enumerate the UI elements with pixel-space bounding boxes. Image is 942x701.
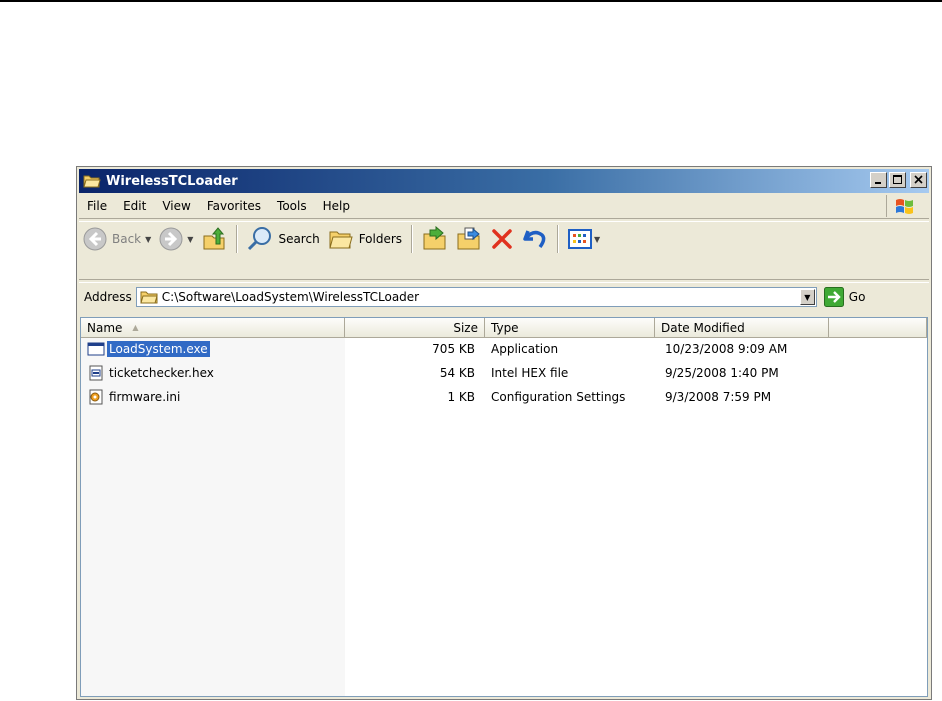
menu-edit[interactable]: Edit bbox=[115, 199, 154, 213]
back-button[interactable]: Back ▼ bbox=[79, 223, 155, 255]
go-button[interactable]: Go bbox=[823, 287, 866, 307]
open-folder-icon bbox=[83, 175, 101, 188]
menu-help[interactable]: Help bbox=[315, 199, 358, 213]
exe-icon bbox=[87, 342, 105, 356]
address-path: C:\Software\LoadSystem\WirelessTCLoader bbox=[161, 290, 420, 304]
title-bar[interactable]: WirelessTCLoader bbox=[79, 169, 929, 193]
file-type: Intel HEX file bbox=[491, 366, 569, 380]
file-list-view[interactable]: Name ▲ Size Type Date Modified LoadSyste… bbox=[80, 317, 928, 697]
file-date-modified: 10/23/2008 9:09 AM bbox=[665, 342, 788, 356]
copy-to-button[interactable] bbox=[452, 223, 486, 255]
go-label: Go bbox=[848, 290, 866, 304]
minimize-button[interactable] bbox=[870, 172, 887, 188]
file-name[interactable]: firmware.ini bbox=[87, 389, 182, 405]
address-bar: Address C:\Software\LoadSystem\WirelessT… bbox=[79, 283, 929, 311]
column-header-date-modified[interactable]: Date Modified bbox=[655, 318, 829, 338]
table-row[interactable]: firmware.ini 1 KB Configuration Settings… bbox=[81, 387, 927, 407]
undo-icon bbox=[523, 230, 546, 249]
menu-view[interactable]: View bbox=[154, 199, 198, 213]
column-header-size[interactable]: Size bbox=[345, 318, 485, 338]
column-date-label: Date Modified bbox=[661, 320, 745, 335]
up-folder-button[interactable] bbox=[197, 223, 231, 255]
search-label: Search bbox=[278, 232, 320, 246]
toolbar-separator bbox=[557, 225, 560, 253]
back-arrow-icon bbox=[83, 227, 107, 251]
file-name[interactable]: LoadSystem.exe bbox=[87, 341, 210, 357]
close-button[interactable] bbox=[910, 172, 927, 188]
chevron-down-icon: ▼ bbox=[804, 292, 811, 302]
file-size: 54 KB bbox=[439, 366, 475, 380]
delete-button[interactable] bbox=[486, 223, 518, 255]
folders-button[interactable]: Folders bbox=[324, 223, 406, 255]
file-size: 705 KB bbox=[432, 342, 475, 356]
up-folder-icon bbox=[203, 227, 225, 250]
file-name[interactable]: ticketchecker.hex bbox=[87, 365, 216, 381]
maximize-icon bbox=[893, 175, 902, 184]
table-row[interactable]: ticketchecker.hex 54 KB Intel HEX file 9… bbox=[81, 363, 927, 383]
column-header-name[interactable]: Name ▲ bbox=[81, 318, 345, 338]
move-to-icon bbox=[423, 226, 446, 250]
sort-ascending-icon: ▲ bbox=[132, 323, 139, 332]
address-dropdown-button[interactable]: ▼ bbox=[799, 289, 815, 305]
ini-file-icon bbox=[89, 389, 103, 405]
search-button[interactable]: Search bbox=[243, 223, 323, 255]
file-date-modified: 9/25/2008 1:40 PM bbox=[665, 366, 779, 380]
menu-tools[interactable]: Tools bbox=[269, 199, 315, 213]
forward-arrow-icon bbox=[159, 227, 183, 251]
window-title: WirelessTCLoader bbox=[106, 173, 238, 189]
file-size: 1 KB bbox=[447, 390, 475, 404]
column-header-filler bbox=[829, 318, 927, 338]
menu-bar: File Edit View Favorites Tools Help bbox=[79, 195, 929, 217]
folders-icon bbox=[329, 231, 353, 249]
window-controls bbox=[870, 172, 927, 188]
views-dropdown-arrow-icon[interactable]: ▼ bbox=[594, 235, 600, 244]
address-input[interactable]: C:\Software\LoadSystem\WirelessTCLoader … bbox=[135, 287, 817, 307]
windows-logo-icon bbox=[886, 195, 923, 217]
folder-icon bbox=[140, 291, 158, 304]
address-label: Address bbox=[84, 290, 132, 304]
delete-x-icon bbox=[492, 229, 512, 249]
forward-button[interactable]: ▼ bbox=[155, 223, 197, 255]
column-header: Name ▲ Size Type Date Modified bbox=[81, 318, 927, 338]
column-type-label: Type bbox=[491, 320, 519, 335]
back-dropdown-arrow-icon[interactable]: ▼ bbox=[145, 235, 151, 244]
views-button[interactable]: ▼ bbox=[564, 223, 604, 255]
folders-label: Folders bbox=[358, 232, 403, 246]
views-grid-icon bbox=[568, 229, 593, 249]
maximize-button[interactable] bbox=[889, 172, 906, 188]
menu-file[interactable]: File bbox=[79, 199, 115, 213]
table-row[interactable]: LoadSystem.exe 705 KB Application 10/23/… bbox=[81, 339, 927, 359]
toolbar-separator bbox=[411, 225, 414, 253]
move-to-button[interactable] bbox=[418, 223, 452, 255]
file-type: Configuration Settings bbox=[491, 390, 626, 404]
file-type: Application bbox=[491, 342, 559, 356]
go-arrow-icon bbox=[823, 287, 844, 307]
file-date-modified: 9/3/2008 7:59 PM bbox=[665, 390, 772, 404]
toolbar-separator bbox=[236, 225, 239, 253]
column-header-type[interactable]: Type bbox=[485, 318, 655, 338]
minimize-icon bbox=[875, 182, 881, 184]
column-name-label: Name bbox=[87, 320, 123, 335]
copy-to-icon bbox=[457, 227, 480, 250]
top-border-line bbox=[0, 0, 942, 2]
back-label: Back bbox=[112, 232, 142, 246]
column-size-label: Size bbox=[453, 320, 478, 335]
explorer-window: WirelessTCLoader File Edit View Favorite… bbox=[76, 166, 932, 700]
standard-toolbar: Back ▼ ▼ Search Folders ▼ bbox=[79, 220, 929, 258]
undo-button[interactable] bbox=[518, 223, 552, 255]
close-icon bbox=[914, 175, 923, 184]
menu-favorites[interactable]: Favorites bbox=[199, 199, 269, 213]
hex-file-icon bbox=[89, 365, 103, 381]
forward-dropdown-arrow-icon[interactable]: ▼ bbox=[187, 235, 193, 244]
search-icon bbox=[248, 227, 272, 251]
